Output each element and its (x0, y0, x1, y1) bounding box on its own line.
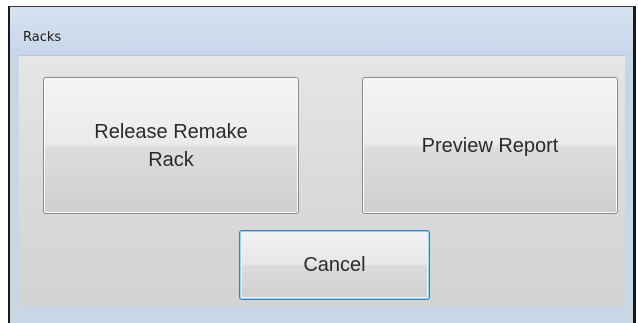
title-bar: Racks (10, 7, 633, 55)
preview-report-label: Preview Report (421, 134, 559, 157)
racks-dialog: Racks Release Remake Rack Preview Report… (8, 6, 636, 323)
dialog-content: Release Remake Rack Preview Report Cance… (19, 55, 625, 306)
release-remake-rack-label: Release Remake Rack (94, 120, 248, 171)
window-title: Racks (23, 30, 62, 45)
preview-report-button[interactable]: Preview Report (362, 77, 618, 214)
cancel-label: Cancel (303, 254, 366, 276)
cancel-button[interactable]: Cancel (239, 230, 430, 300)
release-remake-rack-button[interactable]: Release Remake Rack (43, 77, 299, 214)
